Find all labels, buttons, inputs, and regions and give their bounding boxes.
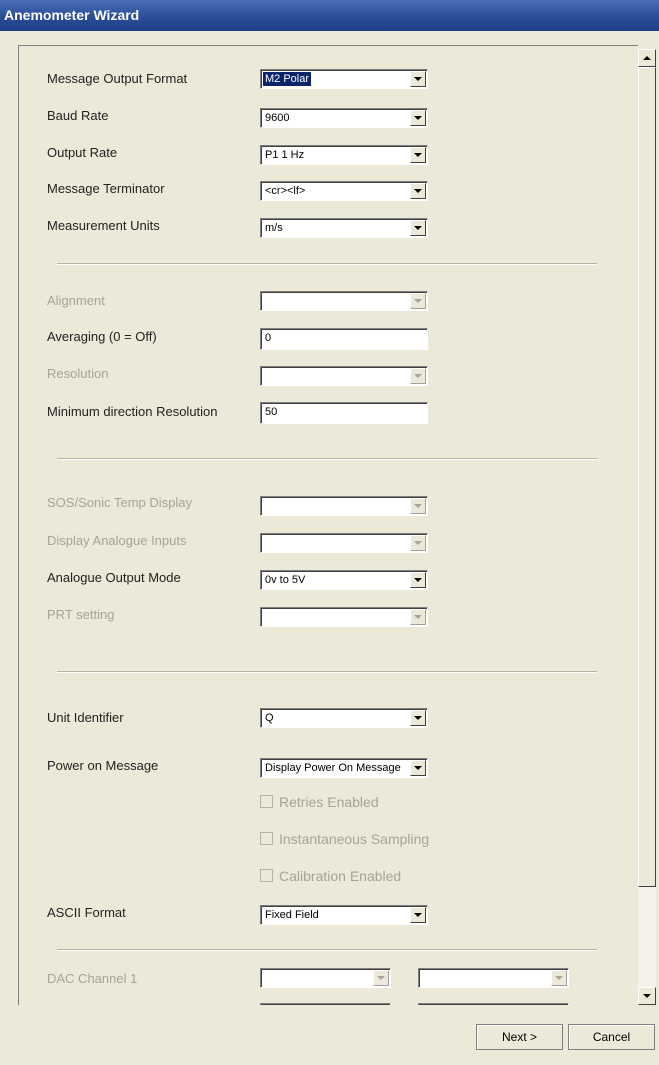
display-analogue-inputs-select[interactable] xyxy=(260,533,428,553)
dac-channel-1-select-b[interactable] xyxy=(418,968,569,988)
sos-display-label: SOS/Sonic Temp Display xyxy=(47,495,192,510)
retries-enabled-checkbox[interactable]: Retries Enabled xyxy=(260,794,379,810)
averaging-input[interactable]: 0 xyxy=(260,328,428,350)
message-terminator-label: Message Terminator xyxy=(47,181,165,196)
dac-channel-1-label: DAC Channel 1 xyxy=(47,971,138,986)
measurement-units-select[interactable]: m/s xyxy=(260,218,428,238)
vertical-scrollbar[interactable] xyxy=(638,49,656,1005)
prt-setting-label: PRT setting xyxy=(47,607,115,622)
chevron-down-icon[interactable] xyxy=(410,183,426,199)
power-on-message-label: Power on Message xyxy=(47,758,159,773)
unit-identifier-label: Unit Identifier xyxy=(47,710,124,725)
chevron-down-icon[interactable] xyxy=(410,760,426,776)
baud-rate-select[interactable]: 9600 xyxy=(260,108,428,128)
separator xyxy=(57,949,597,951)
dac-channel-2-select-a[interactable] xyxy=(260,1003,391,1005)
min-direction-resolution-input[interactable]: 50 xyxy=(260,402,428,424)
chevron-down-icon[interactable] xyxy=(373,970,389,986)
sos-display-select[interactable] xyxy=(260,496,428,516)
message-output-format-label: Message Output Format xyxy=(47,71,188,86)
calibration-enabled-checkbox[interactable]: Calibration Enabled xyxy=(260,868,401,884)
cancel-button[interactable]: Cancel xyxy=(568,1024,655,1050)
analogue-output-mode-select[interactable]: 0v to 5V xyxy=(260,570,428,590)
window-title: Anemometer Wizard xyxy=(4,7,140,23)
separator xyxy=(57,671,597,673)
chevron-down-icon[interactable] xyxy=(410,609,426,625)
title-bar: Anemometer Wizard xyxy=(0,0,659,31)
dac-channel-2-select-b[interactable] xyxy=(418,1003,569,1005)
display-analogue-inputs-label: Display Analogue Inputs xyxy=(47,533,187,548)
ascii-format-select[interactable]: Fixed Field xyxy=(260,905,428,925)
scrollbar-thumb[interactable] xyxy=(638,67,656,887)
power-on-message-select[interactable]: Display Power On Message xyxy=(260,758,428,778)
chevron-down-icon[interactable] xyxy=(410,110,426,126)
message-output-format-select[interactable]: M2 Polar xyxy=(260,69,428,89)
chevron-down-icon[interactable] xyxy=(410,220,426,236)
scroll-down-icon[interactable] xyxy=(638,987,656,1005)
next-button[interactable]: Next > xyxy=(476,1024,563,1050)
resolution-select[interactable] xyxy=(260,366,428,386)
settings-panel: Message Output Format M2 Polar Baud Rate… xyxy=(18,45,638,1005)
output-rate-label: Output Rate xyxy=(47,145,118,160)
output-rate-select[interactable]: P1 1 Hz xyxy=(260,145,428,165)
chevron-down-icon[interactable] xyxy=(410,498,426,514)
prt-setting-select[interactable] xyxy=(260,607,428,627)
analogue-output-mode-label: Analogue Output Mode xyxy=(47,570,181,585)
chevron-down-icon[interactable] xyxy=(410,293,426,309)
chevron-down-icon[interactable] xyxy=(410,907,426,923)
baud-rate-label: Baud Rate xyxy=(47,108,109,123)
separator xyxy=(57,458,597,460)
measurement-units-label: Measurement Units xyxy=(47,218,160,233)
chevron-down-icon[interactable] xyxy=(410,147,426,163)
chevron-down-icon[interactable] xyxy=(410,71,426,87)
instantaneous-sampling-checkbox[interactable]: Instantaneous Sampling xyxy=(260,831,429,847)
scroll-up-icon[interactable] xyxy=(638,49,656,67)
min-direction-resolution-label: Minimum direction Resolution xyxy=(47,404,218,419)
checkbox-icon xyxy=(260,795,273,808)
chevron-down-icon[interactable] xyxy=(410,535,426,551)
chevron-down-icon[interactable] xyxy=(410,572,426,588)
ascii-format-label: ASCII Format xyxy=(47,905,126,920)
checkbox-icon xyxy=(260,869,273,882)
chevron-down-icon[interactable] xyxy=(551,970,567,986)
checkbox-icon xyxy=(260,832,273,845)
chevron-down-icon[interactable] xyxy=(410,368,426,384)
chevron-down-icon[interactable] xyxy=(410,710,426,726)
unit-identifier-select[interactable]: Q xyxy=(260,708,428,728)
message-terminator-select[interactable]: <cr><lf> xyxy=(260,181,428,201)
alignment-label: Alignment xyxy=(47,293,105,308)
separator xyxy=(57,263,597,265)
dac-channel-1-select-a[interactable] xyxy=(260,968,391,988)
averaging-label: Averaging (0 = Off) xyxy=(47,329,157,344)
alignment-select[interactable] xyxy=(260,291,428,311)
resolution-label: Resolution xyxy=(47,366,109,381)
